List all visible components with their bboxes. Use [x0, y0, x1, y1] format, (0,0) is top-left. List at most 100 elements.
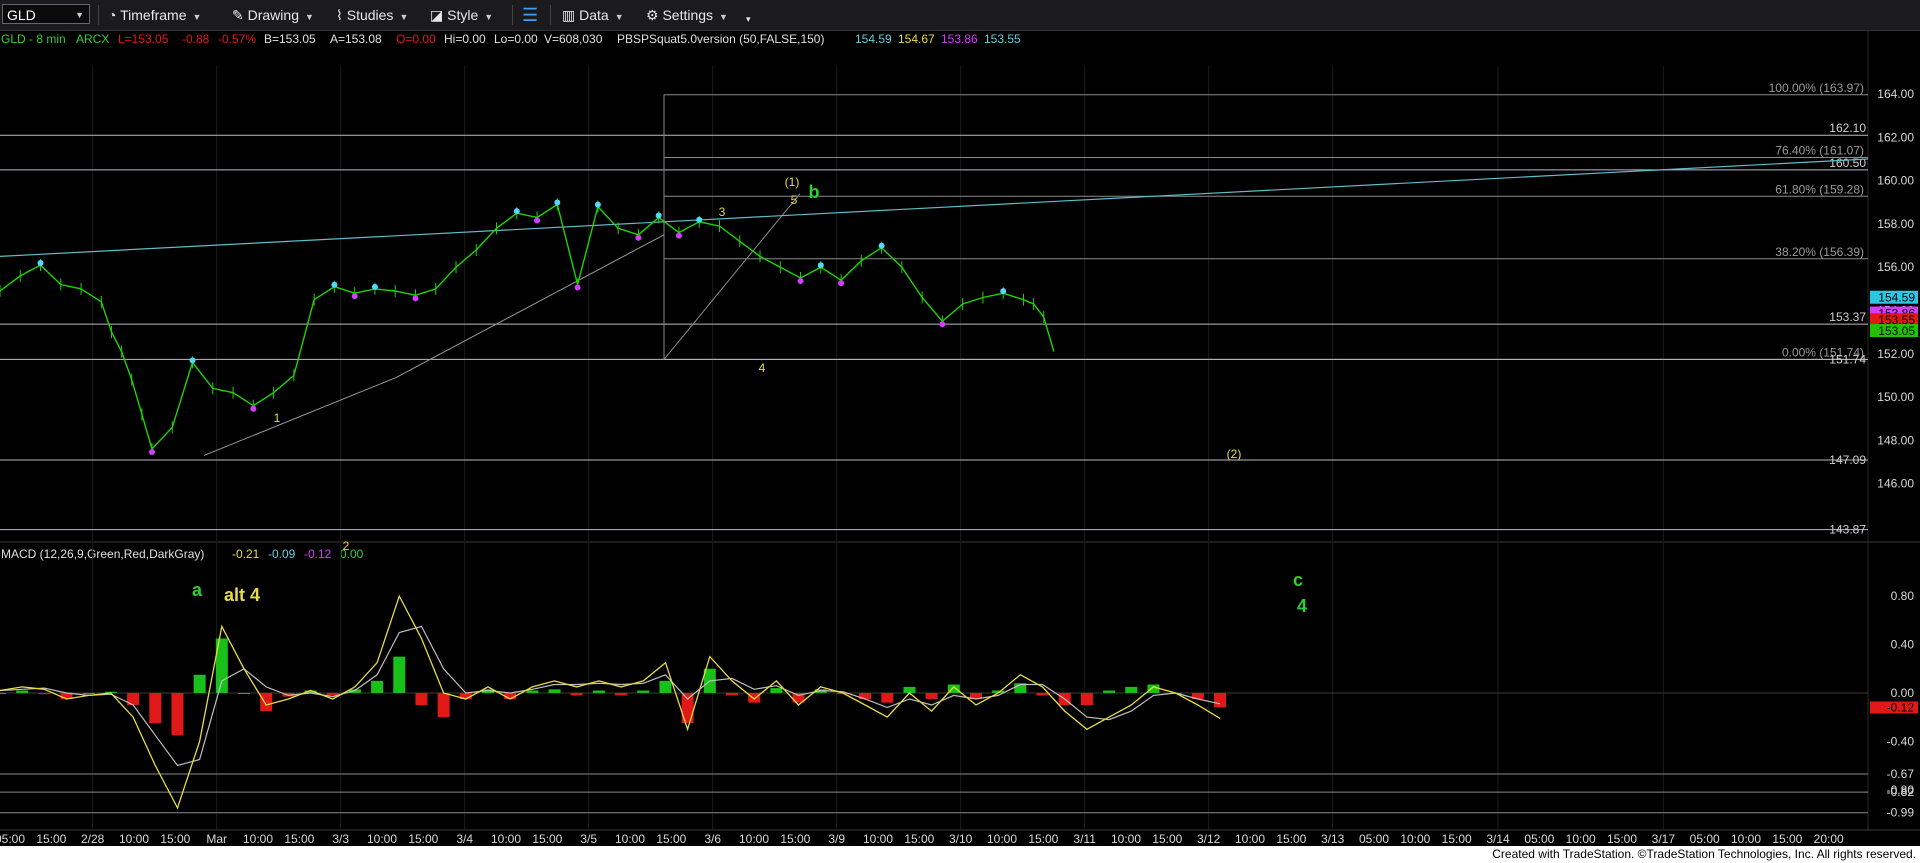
macd-histogram-bar	[526, 690, 539, 693]
swing-high-dot	[554, 199, 561, 206]
macd-histogram-bar	[548, 689, 561, 693]
style-menu[interactable]: ◪ Style ▼	[430, 4, 493, 26]
chevron-down-icon: ▼	[399, 12, 409, 22]
macd-axis-tag: 0.00	[1891, 686, 1915, 700]
wave-label: 5	[791, 193, 798, 207]
level-label: 147.09	[1829, 453, 1866, 467]
swing-high-dot	[696, 216, 703, 223]
legend-exchange: ARCX	[76, 32, 109, 46]
time-axis-label: 3/4	[456, 832, 473, 846]
macd-histogram-bar	[637, 690, 650, 693]
time-axis-label: 10:00	[243, 832, 273, 846]
toolbar-divider	[98, 5, 99, 25]
overflow-menu-icon[interactable]: ▾	[746, 8, 751, 30]
swing-high-dot	[1000, 288, 1007, 295]
macd-histogram-bar	[0, 692, 6, 694]
macd-histogram-bar	[1080, 692, 1093, 706]
timeframe-menu[interactable]: ◔ Timeframe ▼	[108, 4, 201, 26]
layout-icon[interactable]: ☰	[522, 4, 538, 26]
swing-high-dot	[331, 281, 338, 288]
time-axis-label: 15:00	[1276, 832, 1306, 846]
time-axis-label: 15:00	[284, 832, 314, 846]
time-axis-label: 3/11	[1073, 832, 1096, 846]
swing-low-dot	[534, 217, 541, 224]
time-axis-label: 15:00	[408, 832, 438, 846]
swing-high-dot	[817, 262, 824, 269]
legend-v2: 154.67	[898, 32, 935, 46]
level-label: 151.74	[1829, 352, 1866, 366]
symbol-dropdown-icon[interactable]: ▼	[75, 5, 84, 25]
time-axis-label: 15:00	[532, 832, 562, 846]
time-axis-label: 05:00	[0, 832, 25, 846]
wave-label: (1)	[785, 175, 800, 189]
macd-axis-tag: -0.99	[1887, 806, 1915, 820]
legend-high: Hi=0.00	[444, 32, 486, 46]
toolbar-divider	[550, 5, 551, 25]
macd-histogram-bar	[415, 692, 428, 706]
legend-open: O=0.00	[396, 32, 436, 46]
swing-high-dot	[37, 260, 44, 267]
time-axis-label: 15:00	[1442, 832, 1472, 846]
macd-axis-tag: -0.82	[1887, 785, 1915, 799]
data-menu[interactable]: ▥ Data ▼	[562, 4, 624, 26]
macd-histogram-bar	[437, 692, 450, 718]
macd-histogram-bar	[260, 692, 273, 712]
time-axis-label: 05:00	[1690, 832, 1720, 846]
legend-symbol: GLD - 8 min	[1, 32, 66, 46]
level-label: 153.37	[1829, 310, 1866, 324]
macd-histogram-bar	[1036, 692, 1049, 696]
settings-menu[interactable]: ⚙ Settings ▼	[646, 4, 728, 26]
time-axis-label: 15:00	[36, 832, 66, 846]
wave-label: a	[192, 580, 203, 600]
horizontal-levels: 100.00% (163.97)162.1076.40% (161.07)160…	[0, 81, 1868, 537]
price-tag-label: 153.05	[1878, 324, 1915, 338]
symbol-input[interactable]: GLD ▼	[2, 4, 90, 24]
swing-high-dot	[594, 201, 601, 208]
studies-menu[interactable]: ⌇ Studies ▼	[336, 4, 408, 26]
time-axis-label: 3/17	[1652, 832, 1676, 846]
copyright-text: Created with TradeStation. ©TradeStation…	[1492, 847, 1916, 861]
macd-histogram-bar	[592, 690, 605, 693]
legend-ask: A=153.08	[330, 32, 382, 46]
macd-histogram-bar	[881, 692, 894, 703]
price-tag-label: 154.59	[1878, 291, 1915, 305]
time-axis-label: 3/6	[704, 832, 721, 846]
wave-label: 4	[759, 361, 766, 375]
settings-label: Settings	[662, 7, 714, 23]
price-tags: 154.59153.86153.55153.05	[1870, 290, 1918, 338]
price-axis-tick: 146.00	[1877, 477, 1914, 491]
legend-study: PBSPSquat5.0version (50,FALSE,150)	[617, 32, 824, 46]
price-series	[0, 198, 1055, 455]
macd-histogram-bar	[748, 692, 761, 703]
macd-histogram-bar	[615, 692, 628, 696]
swing-low-dot	[412, 295, 419, 302]
drawing-menu[interactable]: ✎ Drawing ▼	[232, 4, 314, 26]
trendline	[0, 158, 1869, 257]
wave-label: c	[1293, 570, 1303, 590]
swing-low-dot	[675, 232, 682, 239]
macd-histogram-bar	[38, 692, 51, 695]
swing-low-dot	[838, 280, 845, 287]
price-chart[interactable]: GLD - 8 min ARCX L=153.05 -0.88 -0.57% B…	[0, 30, 1920, 846]
macd-histogram-bar	[659, 680, 672, 693]
price-axis-tick: 152.00	[1877, 347, 1914, 361]
time-axis-label: 10:00	[491, 832, 521, 846]
wave-label: alt 4	[224, 585, 260, 605]
timeframe-label: Timeframe	[120, 7, 187, 23]
time-axis-label: 15:00	[656, 832, 686, 846]
wave-label: 4	[1297, 596, 1307, 616]
studies-label: Studies	[346, 7, 394, 23]
wave-label: b	[809, 182, 820, 202]
macd-histogram-bar	[393, 656, 406, 693]
symbol-value: GLD	[7, 7, 36, 23]
data-label: Data	[579, 7, 609, 23]
time-axis-label: 10:00	[1731, 832, 1761, 846]
chevron-down-icon: ▼	[192, 12, 202, 22]
macd-histogram-bar	[82, 692, 95, 694]
time-axis-label: 3/5	[580, 832, 597, 846]
time-axis-label: 10:00	[615, 832, 645, 846]
time-axis-label: 3/3	[332, 832, 349, 846]
swing-high-dot	[513, 208, 520, 215]
swing-markers	[37, 199, 1007, 455]
toolbar: GLD ▼ ◔ Timeframe ▼ ✎ Drawing ▼ ⌇ Studies ▼…	[0, 0, 1920, 31]
